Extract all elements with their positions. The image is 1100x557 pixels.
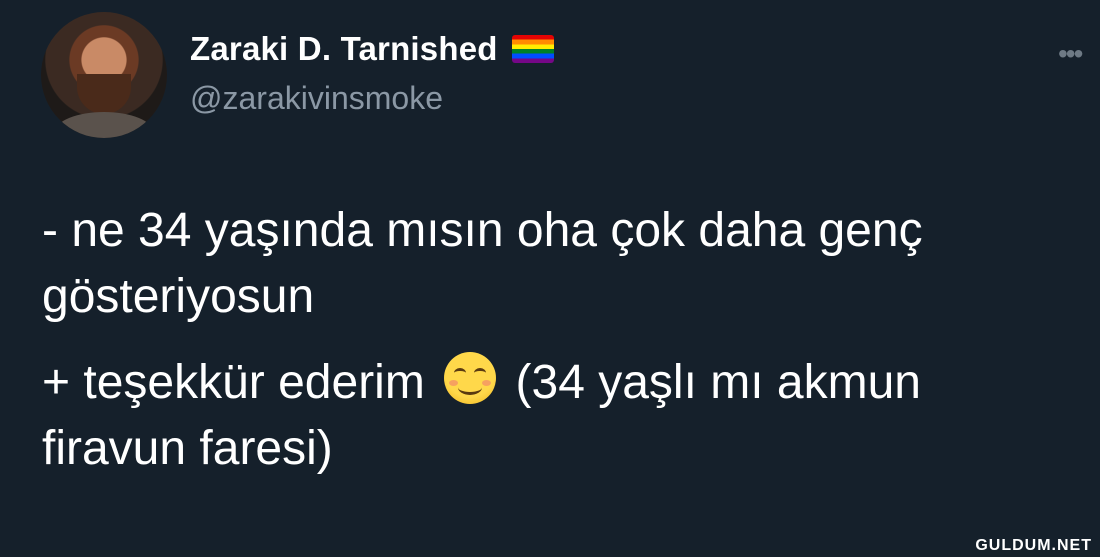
author-handle[interactable]: @zarakivinsmoke <box>190 80 443 117</box>
avatar-beard <box>77 74 131 114</box>
more-options-icon[interactable]: ••• <box>1058 40 1083 68</box>
tweet-line-reply: + teşekkür ederim (34 yaşlı mı akmun fir… <box>42 350 1072 482</box>
avatar[interactable] <box>41 12 167 138</box>
tweet-line-question: - ne 34 yaşında mısın oha çok daha genç … <box>42 204 923 323</box>
tweet-text: - ne 34 yaşında mısın oha çok daha genç … <box>42 198 1072 502</box>
smiling-face-icon <box>444 352 497 404</box>
watermark: GULDUM.NET <box>975 537 1092 554</box>
avatar-shirt <box>55 112 153 138</box>
author-name-row: Zaraki D. Tarnished <box>190 30 554 68</box>
rainbow-flag-icon <box>511 35 554 63</box>
tweet-reply-start: + teşekkür ederim <box>42 356 439 409</box>
author-display-name[interactable]: Zaraki D. Tarnished <box>190 30 498 68</box>
